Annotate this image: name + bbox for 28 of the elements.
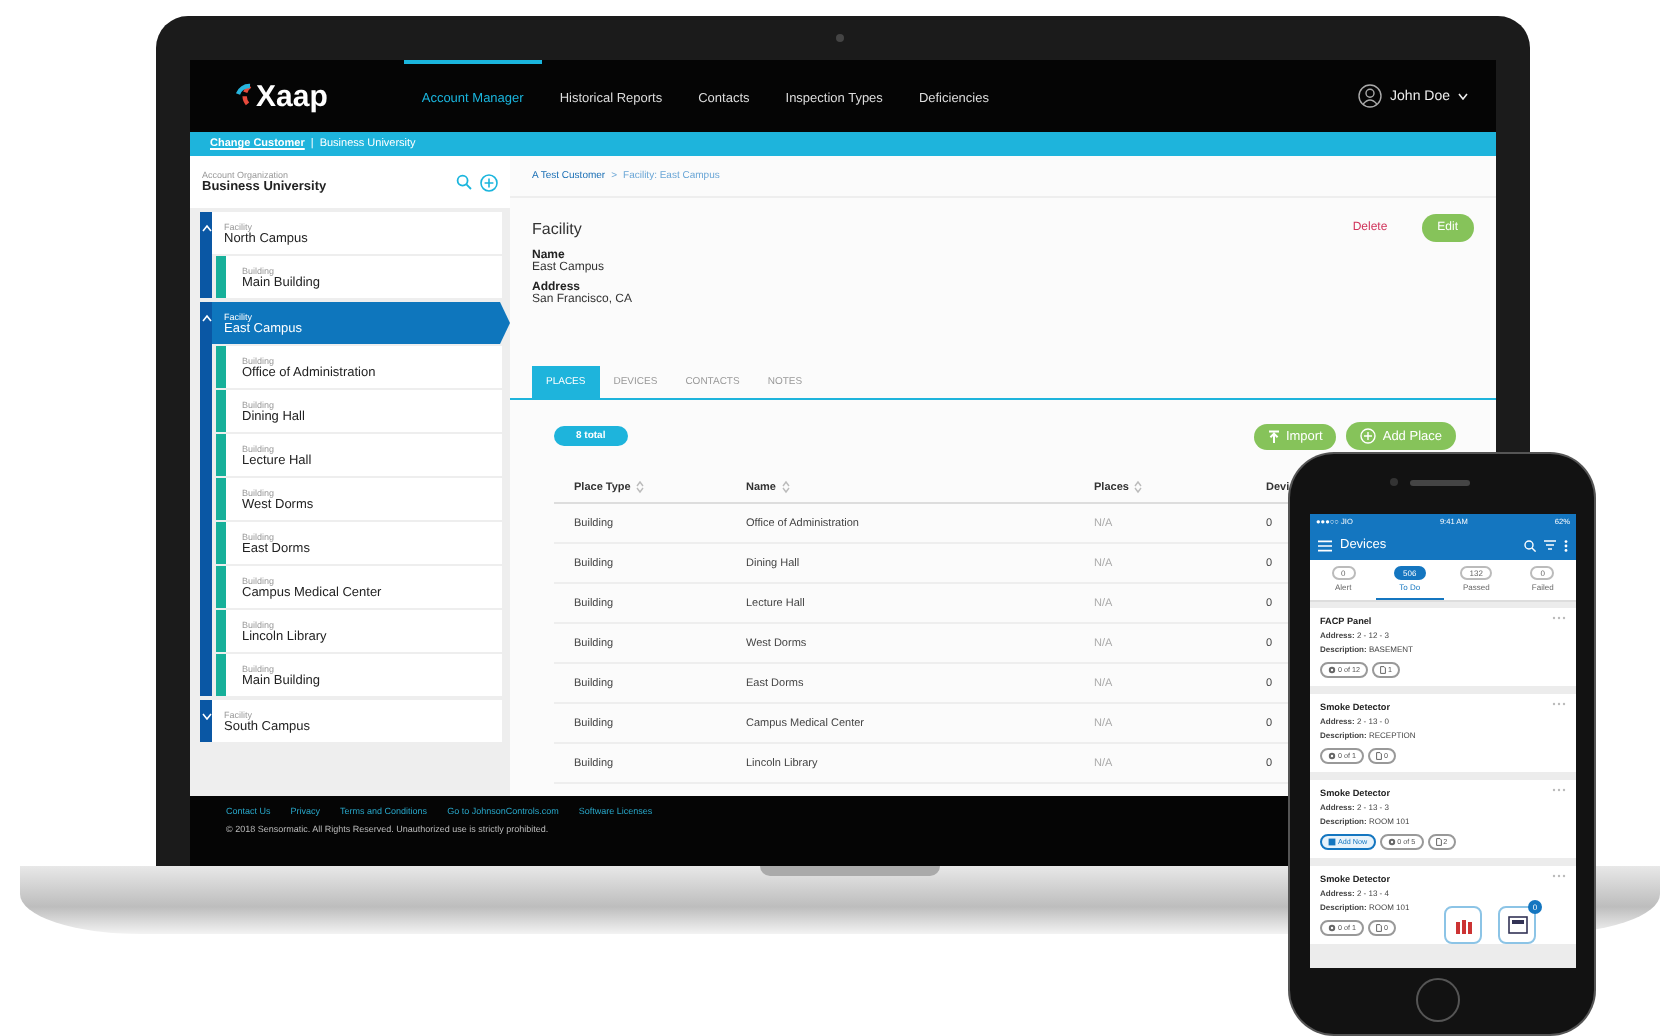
gear-icon (1328, 666, 1336, 674)
gear-icon (1387, 838, 1396, 846)
section-title: Facility (532, 219, 584, 237)
document-icon (1435, 838, 1442, 846)
document-icon (1376, 752, 1382, 760)
camera-dot (836, 34, 844, 42)
gear-icon (1328, 752, 1336, 760)
document-icon (1380, 666, 1386, 674)
gear-icon (1328, 924, 1336, 932)
filter-icon[interactable] (1544, 540, 1556, 550)
camera-dot (1390, 478, 1398, 486)
home-button[interactable] (1416, 978, 1460, 1022)
search-icon[interactable] (456, 174, 472, 190)
panel-icon (1507, 916, 1527, 934)
speaker-slot (1410, 480, 1470, 486)
upload-icon (1267, 429, 1280, 443)
document-icon (1376, 924, 1382, 932)
logo-text: Xaap (256, 79, 328, 113)
caret-icon[interactable] (1458, 92, 1468, 100)
add-icon (1360, 428, 1377, 444)
sort-icon[interactable] (1134, 480, 1143, 494)
logo-icon (234, 82, 254, 110)
sort-icon[interactable] (636, 480, 645, 494)
sort-icon[interactable] (781, 480, 790, 494)
menu-icon[interactable] (1318, 539, 1332, 551)
grid-icon (1328, 838, 1336, 846)
avatar-icon[interactable] (1358, 84, 1383, 108)
add-icon[interactable] (480, 173, 498, 191)
